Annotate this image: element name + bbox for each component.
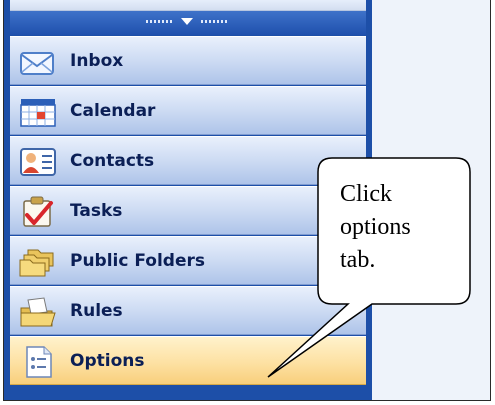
callout-line-3: tab. [340, 247, 376, 273]
callout-line-2: options [340, 214, 411, 240]
callout-text: Click options tab. [340, 178, 440, 277]
callout-line-1: Click [340, 181, 392, 207]
